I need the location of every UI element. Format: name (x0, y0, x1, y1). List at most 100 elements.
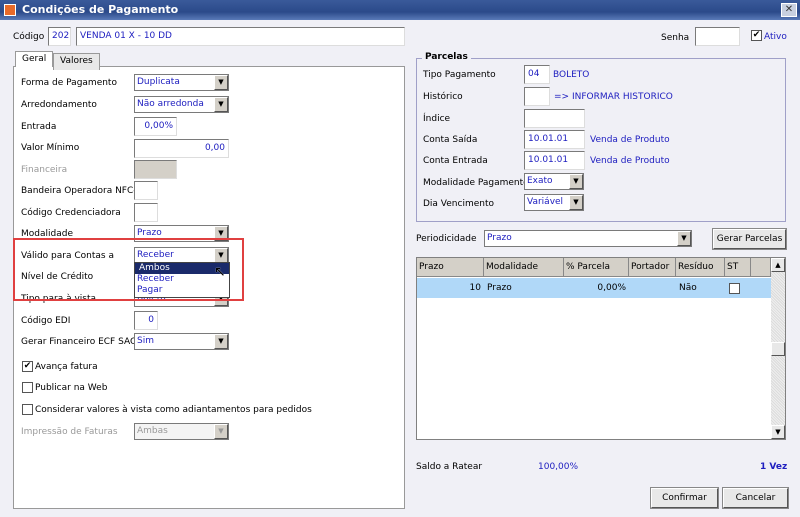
column-header-residuo[interactable]: Resíduo (676, 258, 725, 277)
bandeira-label: Bandeira Operadora NFC-e (21, 186, 143, 196)
title-bar: Condições de Pagamento (0, 0, 800, 20)
conta-entrada-input[interactable]: 10.01.01 (524, 151, 585, 170)
conta-saida-label: Conta Saída (423, 135, 478, 145)
impressao-faturas-label: Impressão de Faturas (21, 427, 118, 437)
confirmar-button[interactable]: Confirmar (650, 487, 719, 509)
cell-parcela: 0,00% (597, 283, 626, 293)
tipo-pagamento-label: Tipo Pagamento (423, 70, 496, 80)
arredondamento-value: Não arredonda (137, 99, 204, 109)
codigo-input[interactable]: 202 (48, 27, 71, 46)
cell-prazo: 10 (469, 283, 481, 293)
dia-vencimento-select[interactable]: Variável ▼ (524, 194, 584, 211)
tipo-pagamento-input[interactable]: 04 (524, 65, 550, 84)
chevron-down-icon: ▼ (214, 97, 228, 112)
gerar-financeiro-value: Sim (137, 336, 154, 346)
vezes-value: 1 Vez (760, 462, 788, 472)
chevron-down-icon: ▼ (569, 174, 583, 189)
credenciadora-input[interactable] (134, 203, 158, 222)
close-button[interactable]: ✕ (781, 3, 797, 17)
cell-st-checkbox[interactable] (729, 283, 740, 294)
close-icon: ✕ (784, 4, 794, 15)
forma-pagamento-select[interactable]: Duplicata ▼ (134, 74, 229, 91)
periodicidade-value: Prazo (487, 233, 512, 243)
column-header-blank (751, 258, 771, 277)
table-row[interactable]: 10 Prazo 0,00% Não (417, 278, 771, 298)
chevron-down-icon: ▼ (214, 75, 228, 90)
scroll-up-icon[interactable]: ▲ (771, 258, 785, 272)
indice-label: Índice (423, 114, 451, 124)
window-title: Condições de Pagamento (22, 3, 179, 16)
modalidade-pagamento-label: Modalidade Pagamento (423, 178, 529, 188)
dia-vencimento-value: Variável (527, 197, 564, 207)
credenciadora-label: Código Credenciadora (21, 208, 121, 218)
chevron-down-icon: ▼ (214, 334, 228, 349)
senha-label: Senha (661, 33, 690, 43)
column-header-prazo[interactable]: Prazo (417, 258, 484, 277)
descricao-input[interactable]: VENDA 01 X - 10 DD (76, 27, 405, 46)
gerar-financeiro-label: Gerar Financeiro ECF SAC (21, 337, 137, 347)
saldo-value: 100,00% (538, 462, 579, 472)
ativo-label: Ativo (764, 32, 787, 42)
modalidade-value: Prazo (137, 228, 162, 238)
arredondamento-select[interactable]: Não arredonda ▼ (134, 96, 229, 113)
forma-pagamento-value: Duplicata (137, 77, 180, 87)
cell-modalidade: Prazo (487, 283, 512, 293)
valor-minimo-input[interactable]: 0,00 (134, 139, 229, 158)
entrada-label: Entrada (21, 122, 57, 132)
arredondamento-label: Arredondamento (21, 100, 97, 110)
modalidade-pagamento-select[interactable]: Exato ▼ (524, 173, 584, 190)
entrada-input[interactable]: 0,00% (134, 117, 177, 136)
gerar-financeiro-select[interactable]: Sim ▼ (134, 333, 229, 350)
impressao-faturas-select: Ambas ▼ (134, 423, 229, 440)
codigo-label: Código (13, 32, 45, 42)
parcelas-title: Parcelas (422, 51, 471, 63)
financeira-label: Financeira (21, 165, 68, 175)
column-header-modalidade[interactable]: Modalidade (484, 258, 564, 277)
tab-valores[interactable]: Valores (53, 53, 100, 70)
modalidade-pagamento-value: Exato (527, 176, 553, 186)
tab-geral[interactable]: Geral (15, 51, 54, 67)
app-icon (4, 4, 16, 16)
bandeira-input[interactable] (134, 181, 158, 200)
chevron-down-icon: ▼ (214, 424, 228, 439)
cell-portador (629, 278, 635, 298)
scroll-thumb[interactable] (771, 342, 785, 356)
chevron-down-icon: ▼ (677, 231, 691, 246)
considerar-vista-checkbox[interactable] (22, 404, 33, 415)
codigo-edi-label: Código EDI (21, 316, 71, 326)
dia-vencimento-label: Dia Vencimento (423, 199, 494, 209)
column-header-st[interactable]: ST (725, 258, 751, 277)
highlight-box (13, 238, 244, 301)
indice-input[interactable] (524, 109, 585, 128)
parcelas-grid: Prazo Modalidade % Parcela Portador Resí… (416, 257, 786, 440)
conta-entrada-label: Conta Entrada (423, 156, 488, 166)
tipo-pagamento-desc: BOLETO (553, 70, 590, 80)
gerar-parcelas-button[interactable]: Gerar Parcelas (712, 228, 787, 250)
senha-input[interactable] (695, 27, 740, 46)
column-header-portador[interactable]: Portador (629, 258, 676, 277)
column-header-parcela[interactable]: % Parcela (564, 258, 629, 277)
historico-label: Histórico (423, 92, 463, 102)
publicar-web-label: Publicar na Web (35, 383, 108, 393)
periodicidade-select[interactable]: Prazo ▼ (484, 230, 692, 247)
forma-pagamento-label: Forma de Pagamento (21, 78, 117, 88)
saldo-label: Saldo a Ratear (416, 462, 483, 472)
publicar-web-checkbox[interactable] (22, 382, 33, 393)
considerar-vista-label: Considerar valores à vista como adiantam… (35, 405, 312, 415)
historico-input[interactable] (524, 87, 550, 106)
ativo-checkbox[interactable]: ✔ (751, 30, 762, 41)
vertical-scrollbar[interactable]: ▲ ▼ (771, 258, 785, 439)
avanca-fatura-label: Avança fatura (35, 362, 98, 372)
chevron-down-icon: ▼ (569, 195, 583, 210)
periodicidade-label: Periodicidade (416, 234, 477, 244)
cancelar-button[interactable]: Cancelar (722, 487, 789, 509)
financeira-input (134, 160, 177, 179)
conta-saida-input[interactable]: 10.01.01 (524, 130, 585, 149)
cell-residuo: Não (679, 283, 697, 293)
valor-minimo-label: Valor Mínimo (21, 143, 80, 153)
codigo-edi-input[interactable]: 0 (134, 311, 158, 330)
conta-saida-desc: Venda de Produto (590, 135, 670, 145)
scroll-down-icon[interactable]: ▼ (771, 425, 785, 439)
historico-desc: => INFORMAR HISTORICO (554, 92, 673, 102)
avanca-fatura-checkbox[interactable]: ✔ (22, 361, 33, 372)
